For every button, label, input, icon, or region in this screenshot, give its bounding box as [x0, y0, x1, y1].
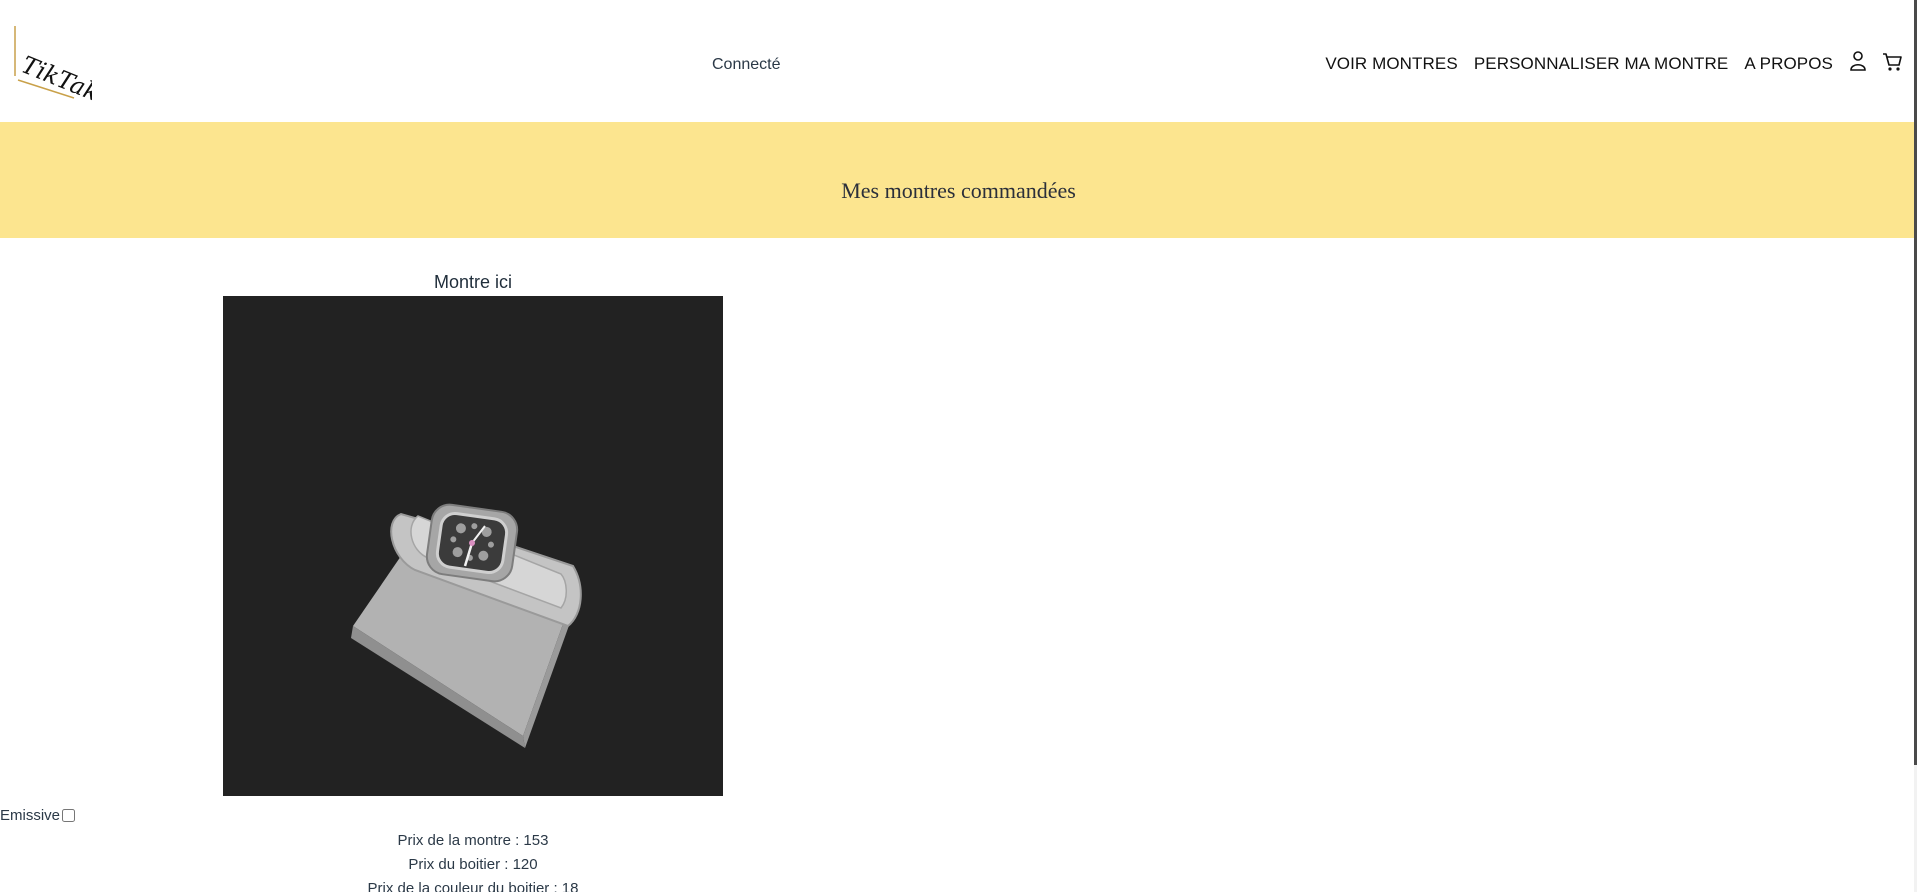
nav-personnaliser[interactable]: PERSONNALISER MA MONTRE [1474, 54, 1729, 74]
watch-3d-viewer[interactable] [223, 296, 723, 796]
emissive-label: Emissive [0, 807, 61, 824]
emissive-checkbox[interactable] [62, 809, 76, 822]
watch-render [351, 503, 582, 748]
emissive-toggle[interactable]: Emissive [0, 807, 76, 824]
nav-a-propos[interactable]: A PROPOS [1744, 54, 1833, 74]
price-montre: Prix de la montre : 153 [397, 832, 549, 849]
nav-voir-montres[interactable]: VOIR MONTRES [1325, 54, 1458, 74]
user-icon[interactable] [1847, 50, 1869, 74]
page: TikTak Connecté VOIR MONTRES PERSONNALIS… [0, 0, 1917, 892]
svg-text:TikTak: TikTak [17, 51, 92, 102]
cart-icon[interactable] [1881, 50, 1903, 74]
price-boitier: Prix du boitier : 120 [408, 856, 538, 873]
main-nav: VOIR MONTRES PERSONNALISER MA MONTRE A P… [1325, 54, 1833, 74]
watch-title: Montre ici [433, 272, 513, 292]
connection-status: Connecté [712, 56, 781, 73]
tiktak-logo[interactable]: TikTak [12, 22, 103, 107]
header: TikTak Connecté VOIR MONTRES PERSONNALIS… [0, 0, 1917, 122]
price-couleur-boitier: Prix de la couleur du boitier : 18 [367, 880, 579, 892]
page-title: Mes montres commandées [841, 178, 1076, 203]
page-banner: Mes montres commandées [0, 122, 1917, 238]
